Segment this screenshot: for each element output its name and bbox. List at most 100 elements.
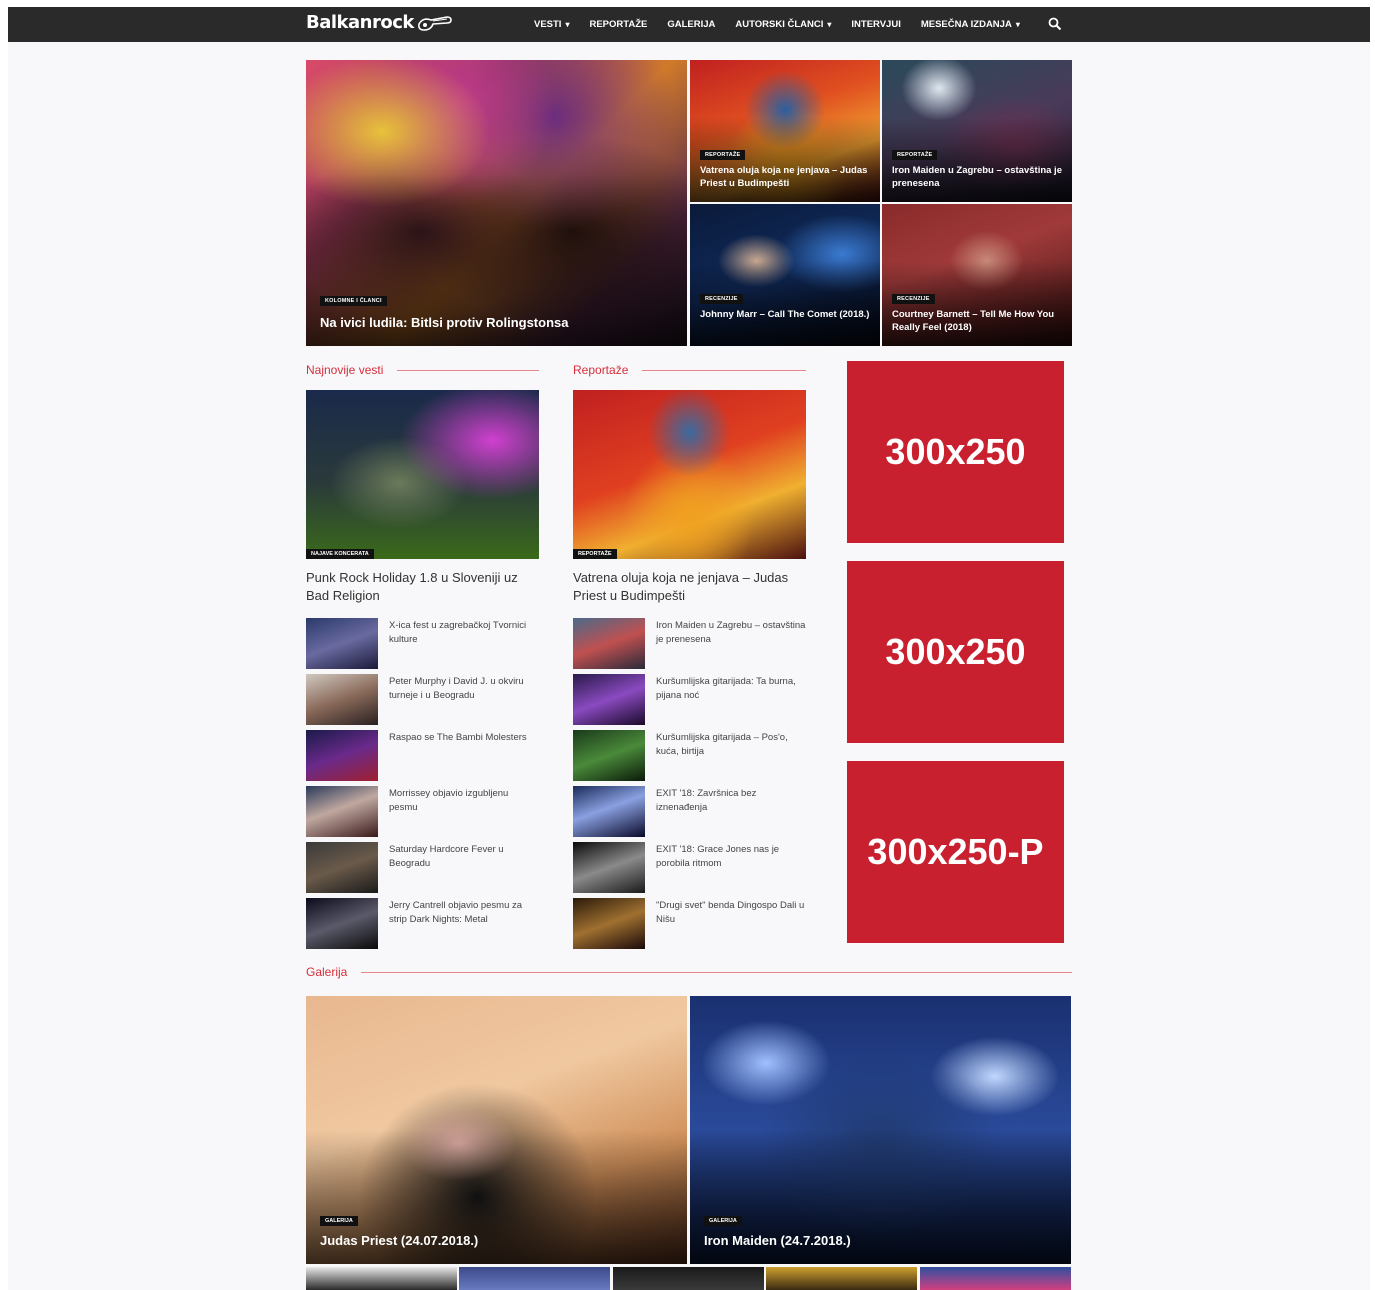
logo-text: Balkanrock [306, 12, 414, 33]
list-item[interactable]: Raspao se The Bambi Molesters [306, 730, 539, 781]
chevron-down-icon: ▾ [1015, 20, 1020, 29]
category-badge: REPORTAŽE [573, 549, 617, 559]
nav-label: GALERIJA [667, 19, 716, 30]
section-divider [397, 369, 539, 371]
section-header-gallery: Galerija [306, 964, 1072, 980]
site-logo[interactable]: Balkanrock [306, 12, 453, 33]
ad-label: 300x250-P [867, 831, 1044, 872]
gallery-thumbnail[interactable] [306, 1267, 457, 1290]
chevron-down-icon: ▾ [565, 20, 570, 29]
article-thumbnail [306, 898, 378, 949]
article-title: Peter Murphy i David J. u okviru turneje… [389, 676, 524, 701]
ad-label: 300x250 [885, 431, 1026, 472]
article-thumbnail [573, 730, 645, 781]
guitar-logo-icon [417, 15, 452, 31]
featured-article-image[interactable]: NAJAVE KONCERATA [306, 390, 539, 559]
nav-item-galerija[interactable]: GALERIJA [667, 19, 715, 30]
article-thumbnail [573, 898, 645, 949]
ad-banner[interactable]: 300x250-P [847, 761, 1064, 943]
nav-label: MESEČNA IZDANJA [920, 19, 1012, 30]
nav-item-intervjui[interactable]: INTERVJUI [851, 19, 900, 30]
nav-label: INTERVJUI [851, 19, 901, 30]
article-title: Jerry Cantrell objavio pesmu za strip Da… [389, 900, 523, 925]
article-thumbnail [306, 674, 378, 725]
category-badge: REPORTAŽE [892, 150, 938, 160]
article-title: EXIT '18: Grace Jones nas je porobila ri… [656, 844, 780, 869]
hero-title: Na ivici ludila: Bitlsi protiv Rolingsto… [320, 315, 569, 330]
hero-tile-article[interactable]: REPORTAŽE Iron Maiden u Zagrebu – ostavš… [882, 60, 1072, 202]
article-title: Kuršumlijska gitarijada – Pos'o, kuća, b… [656, 732, 788, 757]
section-title[interactable]: Reportaže [573, 363, 642, 377]
gallery-thumbnail[interactable] [766, 1267, 917, 1290]
nav-item-mesecna-izdanja[interactable]: MESEČNA IZDANJA ▾ [921, 19, 1020, 30]
article-thumbnail [306, 730, 378, 781]
article-thumbnail [306, 618, 378, 669]
category-badge: NAJAVE KONCERATA [306, 549, 374, 559]
hero-tile-title: Iron Maiden u Zagrebu – ostavština je pr… [892, 165, 1062, 189]
nav-item-reportaze[interactable]: REPORTAŽE [589, 19, 647, 30]
ad-banner[interactable]: 300x250 [847, 361, 1064, 543]
article-thumbnail [306, 786, 378, 837]
gallery-title: Iron Maiden (24.7.2018.) [704, 1233, 851, 1248]
search-icon[interactable] [1048, 17, 1062, 31]
article-thumbnail [306, 842, 378, 893]
article-title: Kuršumlijska gitarijada: Ta burna, pijan… [656, 676, 796, 701]
nav-item-autorski-clanci[interactable]: AUTORSKI ČLANCI ▾ [735, 19, 831, 30]
nav-label: REPORTAŽE [589, 19, 648, 30]
gallery-thumbnail[interactable] [459, 1267, 610, 1290]
article-title: Morrissey objavio izgubljenu pesmu [389, 788, 509, 813]
hero-tile-title: Courtney Barnett – Tell Me How You Reall… [892, 309, 1055, 333]
gallery-thumbnail[interactable] [613, 1267, 764, 1290]
featured-article-title[interactable]: Punk Rock Holiday 1.8 u Sloveniji uz Bad… [306, 569, 539, 605]
article-thumbnail [573, 618, 645, 669]
hero-tile-title: Vatrena oluja koja ne jenjava – Judas Pr… [700, 165, 868, 189]
article-title: "Drugi svet" benda Dingospo Dali u Nišu [656, 900, 805, 925]
list-item[interactable]: Iron Maiden u Zagrebu – ostavština je pr… [573, 618, 806, 669]
list-item[interactable]: EXIT '18: Završnica bez iznenađenja [573, 786, 806, 837]
top-navbar: Balkanrock VESTI ▾ REPORTAŽE GALERIJA AUT… [8, 7, 1370, 42]
hero-tile-article[interactable]: RECENZIJE Courtney Barnett – Tell Me How… [882, 204, 1072, 346]
featured-article-title[interactable]: Vatrena oluja koja ne jenjava – Judas Pr… [573, 569, 806, 605]
article-title: Raspao se The Bambi Molesters [389, 732, 527, 743]
article-title: EXIT '18: Završnica bez iznenađenja [656, 788, 757, 813]
category-badge: KOLOMNE I ČLANCI [320, 296, 387, 306]
ad-banner[interactable]: 300x250 [847, 561, 1064, 743]
gallery-thumbnail[interactable] [920, 1267, 1071, 1290]
hero-main-article[interactable]: KOLOMNE I ČLANCI Na ivici ludila: Bitlsi… [306, 60, 687, 346]
ad-label: 300x250 [885, 631, 1026, 672]
nav-label: AUTORSKI ČLANCI [735, 19, 824, 30]
category-badge: RECENZIJE [700, 294, 743, 304]
article-title: X-ica fest u zagrebačkoj Tvornici kultur… [389, 620, 527, 645]
gallery-tile[interactable]: GALERIJA Iron Maiden (24.7.2018.) [690, 996, 1071, 1264]
category-badge: RECENZIJE [892, 294, 935, 304]
list-item[interactable]: Kuršumlijska gitarijada: Ta burna, pijan… [573, 674, 806, 725]
hero-tile-article[interactable]: RECENZIJE Johnny Marr – Call The Comet (… [690, 204, 880, 346]
nav-item-vesti[interactable]: VESTI ▾ [534, 19, 569, 30]
nav-label: VESTI [534, 19, 562, 30]
list-item[interactable]: Morrissey objavio izgubljenu pesmu [306, 786, 539, 837]
article-title: Saturday Hardcore Fever u Beogradu [389, 844, 504, 869]
main-menu: VESTI ▾ REPORTAŽE GALERIJA AUTORSKI ČLANC… [534, 7, 1040, 42]
section-title[interactable]: Najnovije vesti [306, 363, 397, 377]
hero-tile-title: Johnny Marr – Call The Comet (2018.) [700, 309, 870, 320]
chevron-down-icon: ▾ [827, 20, 832, 29]
list-item[interactable]: EXIT '18: Grace Jones nas je porobila ri… [573, 842, 806, 893]
list-item[interactable]: Kuršumlijska gitarijada – Pos'o, kuća, b… [573, 730, 806, 781]
article-title: Iron Maiden u Zagrebu – ostavština je pr… [656, 620, 806, 645]
list-item[interactable]: Jerry Cantrell objavio pesmu za strip Da… [306, 898, 539, 949]
list-item[interactable]: Saturday Hardcore Fever u Beogradu [306, 842, 539, 893]
featured-article-image[interactable]: REPORTAŽE [573, 390, 806, 559]
article-thumbnail [573, 786, 645, 837]
article-thumbnail [573, 674, 645, 725]
section-divider [361, 971, 1072, 973]
section-divider [642, 369, 806, 371]
gallery-tile[interactable]: GALERIJA Judas Priest (24.07.2018.) [306, 996, 687, 1264]
category-badge: GALERIJA [704, 1216, 742, 1226]
list-item[interactable]: X-ica fest u zagrebačkoj Tvornici kultur… [306, 618, 539, 669]
section-title[interactable]: Galerija [306, 965, 361, 979]
section-header-latest: Najnovije vesti [306, 362, 539, 378]
section-header-reports: Reportaže [573, 362, 806, 378]
list-item[interactable]: "Drugi svet" benda Dingospo Dali u Nišu [573, 898, 806, 949]
hero-tile-article[interactable]: REPORTAŽE Vatrena oluja koja ne jenjava … [690, 60, 880, 202]
list-item[interactable]: Peter Murphy i David J. u okviru turneje… [306, 674, 539, 725]
